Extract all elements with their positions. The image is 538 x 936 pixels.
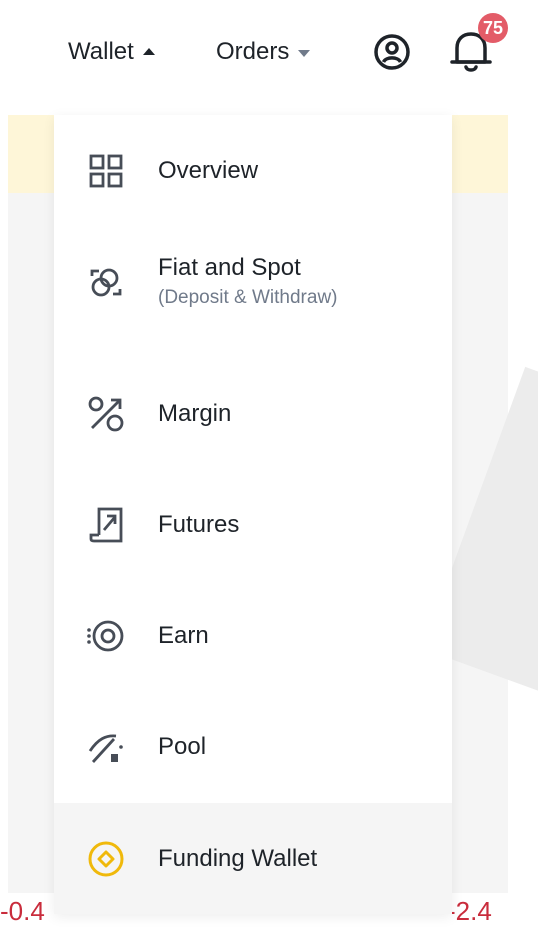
orders-menu-toggle[interactable]: Orders xyxy=(216,34,311,70)
menu-item-futures[interactable]: Futures xyxy=(54,469,452,580)
wallet-menu-toggle[interactable]: Wallet xyxy=(68,34,155,70)
user-profile-icon[interactable] xyxy=(373,33,411,71)
menu-item-label: Futures xyxy=(158,510,240,538)
menu-item-overview[interactable]: Overview xyxy=(54,115,452,226)
menu-item-label: Funding Wallet xyxy=(158,844,318,872)
menu-item-earn[interactable]: Earn xyxy=(54,580,452,691)
price-change-left: -0.4 xyxy=(0,896,45,926)
wallet-dropdown-menu: Overview Fiat and Spot (Deposit & Withdr… xyxy=(54,115,452,914)
price-change-right: -2.4 xyxy=(447,896,492,926)
menu-item-label: Overview xyxy=(158,156,259,184)
percent-icon xyxy=(84,392,128,436)
menu-item-label: Pool xyxy=(158,732,207,760)
notification-count-badge: 75 xyxy=(478,13,509,43)
futures-icon xyxy=(84,503,128,547)
menu-item-label: Margin xyxy=(158,399,232,427)
menu-item-label: Earn xyxy=(158,621,209,649)
menu-item-pool[interactable]: Pool xyxy=(54,691,452,802)
menu-item-label: Fiat and Spot xyxy=(158,253,301,281)
top-header: Wallet Orders 75 xyxy=(0,0,538,105)
wallet-label: Wallet xyxy=(68,38,134,65)
menu-item-sublabel: (Deposit & Withdraw) xyxy=(158,286,338,308)
exchange-icon xyxy=(84,260,128,304)
caret-down-icon xyxy=(298,49,311,57)
menu-item-margin[interactable]: Margin xyxy=(54,358,452,469)
menu-item-funding-wallet[interactable]: Funding Wallet xyxy=(54,803,452,914)
grid-icon xyxy=(84,149,128,193)
caret-up-icon xyxy=(142,47,155,55)
pickaxe-icon xyxy=(84,725,128,769)
orders-label: Orders xyxy=(216,38,290,65)
target-icon xyxy=(84,614,128,658)
menu-item-fiat-and-spot[interactable]: Fiat and Spot (Deposit & Withdraw) xyxy=(54,226,452,337)
funding-coin-icon xyxy=(84,837,128,881)
